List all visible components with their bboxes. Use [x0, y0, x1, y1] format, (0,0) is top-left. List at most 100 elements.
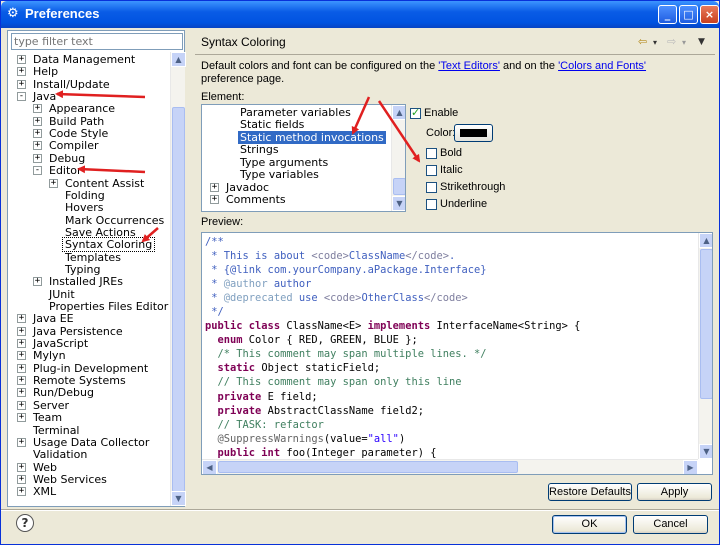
forward-dropdown-icon[interactable]: ▾: [682, 38, 686, 47]
expand-icon[interactable]: +: [17, 462, 26, 472]
scroll-left-arrow-icon[interactable]: ◀: [202, 460, 217, 474]
bold-checkbox[interactable]: [426, 148, 437, 159]
scroll-down-arrow-icon[interactable]: ▼: [171, 491, 186, 506]
scroll-right-arrow-icon[interactable]: ▶: [683, 460, 698, 474]
code-token: E field;: [267, 390, 318, 403]
expand-icon[interactable]: +: [17, 487, 26, 497]
preview-vscrollbar[interactable]: ▲ ▼: [698, 233, 712, 459]
code-token: Object staticField;: [261, 362, 381, 375]
code-token: ): [398, 432, 406, 445]
underline-label: Underline: [440, 198, 488, 210]
expand-icon[interactable]: +: [17, 314, 26, 324]
code-token: "all": [367, 432, 399, 445]
back-arrow-icon[interactable]: ⇦: [638, 35, 647, 48]
code-preview[interactable]: /** * This is about <code>ClassName</cod…: [201, 232, 713, 475]
collapse-icon[interactable]: -: [17, 92, 26, 102]
expand-icon[interactable]: +: [33, 277, 42, 287]
expand-icon[interactable]: +: [210, 195, 219, 205]
scroll-up-arrow-icon[interactable]: ▲: [392, 105, 405, 120]
tree-item-label: XML: [33, 485, 57, 499]
expand-icon[interactable]: +: [17, 339, 26, 349]
scroll-down-arrow-icon[interactable]: ▼: [699, 444, 712, 459]
underline-checkbox[interactable]: [426, 199, 437, 210]
title-bar[interactable]: ⚙ Preferences _ □ ×: [1, 1, 719, 28]
code-token: .: [449, 250, 456, 263]
tree-item-label: Comments: [226, 193, 286, 207]
code-line: * {@link com.yourCompany.aPackage.Interf…: [205, 263, 580, 277]
maximize-button[interactable]: □: [679, 5, 698, 24]
italic-checkbox[interactable]: [426, 165, 437, 176]
expand-icon[interactable]: +: [17, 388, 26, 398]
expand-icon[interactable]: +: [17, 326, 26, 336]
expand-icon[interactable]: +: [17, 67, 26, 77]
bold-label: Bold: [440, 147, 463, 159]
strikethrough-checkbox[interactable]: [426, 182, 437, 193]
cancel-button[interactable]: Cancel: [633, 515, 708, 534]
preference-tree-panel: +Data Management+Help+Install/Update-Jav…: [7, 30, 186, 507]
restore-defaults-button[interactable]: Restore Defaults: [548, 483, 632, 501]
expand-icon[interactable]: +: [33, 129, 42, 139]
expand-icon[interactable]: +: [49, 178, 58, 188]
code-line: * @deprecated use <code>OtherClass</code…: [205, 291, 580, 305]
help-icon[interactable]: ?: [16, 514, 34, 532]
expand-icon[interactable]: +: [17, 376, 26, 386]
expand-icon[interactable]: +: [17, 437, 26, 447]
apply-button[interactable]: Apply: [637, 483, 712, 501]
forward-arrow-icon[interactable]: ⇨: [667, 35, 676, 48]
expand-icon[interactable]: +: [210, 182, 219, 192]
close-button[interactable]: ×: [700, 5, 719, 24]
view-menu-icon[interactable]: ▼: [698, 37, 705, 47]
tree-item-label: Static fields: [240, 118, 305, 132]
expand-icon[interactable]: +: [17, 363, 26, 373]
code-line: static Object staticField;: [205, 361, 580, 375]
tree-item-label: Team: [33, 411, 63, 425]
element-scrollbar[interactable]: ▲ ▼: [391, 105, 405, 211]
minimize-button[interactable]: _: [658, 5, 677, 24]
expand-icon[interactable]: +: [17, 79, 26, 89]
filter-input[interactable]: [11, 33, 183, 50]
code-token: <code>: [323, 292, 362, 305]
expand-icon[interactable]: +: [17, 474, 26, 484]
colors-and-fonts-link[interactable]: 'Colors and Fonts': [558, 60, 646, 72]
color-picker-button[interactable]: [454, 124, 493, 142]
expand-icon[interactable]: +: [33, 141, 42, 151]
scroll-up-arrow-icon[interactable]: ▲: [171, 52, 186, 67]
code-token: ClassName<E>: [286, 320, 368, 333]
element-scroll-thumb[interactable]: [393, 178, 405, 195]
italic-label: Italic: [440, 164, 463, 176]
collapse-icon[interactable]: -: [33, 166, 42, 176]
expand-icon[interactable]: +: [17, 413, 26, 423]
scroll-down-arrow-icon[interactable]: ▼: [392, 196, 405, 211]
expand-icon[interactable]: +: [33, 104, 42, 114]
code-line: // This comment may span only this line: [205, 375, 580, 389]
preview-hscroll-thumb[interactable]: [218, 461, 518, 473]
preview-vscroll-thumb[interactable]: [700, 249, 712, 399]
tree-item-label: Usage Data Collector: [33, 435, 150, 449]
tree-item-label: Compiler: [49, 139, 99, 153]
scroll-up-arrow-icon[interactable]: ▲: [699, 233, 712, 248]
code-line: enum Color { RED, GREEN, BLUE };: [205, 333, 580, 347]
expand-icon[interactable]: +: [17, 55, 26, 64]
code-token: AbstractClassName field2;: [267, 404, 424, 417]
tree-item-label: Web: [33, 460, 57, 474]
ok-button[interactable]: OK: [552, 515, 627, 534]
text-editors-link[interactable]: 'Text Editors': [438, 60, 500, 72]
tree-item-label: Save Actions: [65, 225, 136, 239]
expand-icon[interactable]: +: [33, 116, 42, 126]
tree-item-label: Syntax Coloring: [61, 237, 156, 253]
tree-item-label: Templates: [65, 250, 121, 264]
strikethrough-label: Strikethrough: [440, 181, 506, 193]
expand-icon[interactable]: +: [33, 153, 42, 163]
footer-divider: [1, 509, 719, 511]
preview-hscrollbar[interactable]: ◀ ▶: [202, 459, 698, 474]
preferences-window: ⚙ Preferences _ □ × + Data Management + Hel…: [0, 0, 720, 545]
expand-icon[interactable]: +: [17, 351, 26, 361]
code-line: * @author author: [205, 277, 580, 291]
tree-item-label: Mark Occurrences: [65, 213, 165, 227]
expand-icon[interactable]: +: [17, 400, 26, 410]
back-dropdown-icon[interactable]: ▾: [653, 38, 657, 47]
tree-scrollbar[interactable]: ▲ ▼: [170, 52, 186, 506]
tree-scroll-thumb[interactable]: [172, 107, 185, 492]
enable-checkbox[interactable]: ✓: [410, 106, 421, 119]
